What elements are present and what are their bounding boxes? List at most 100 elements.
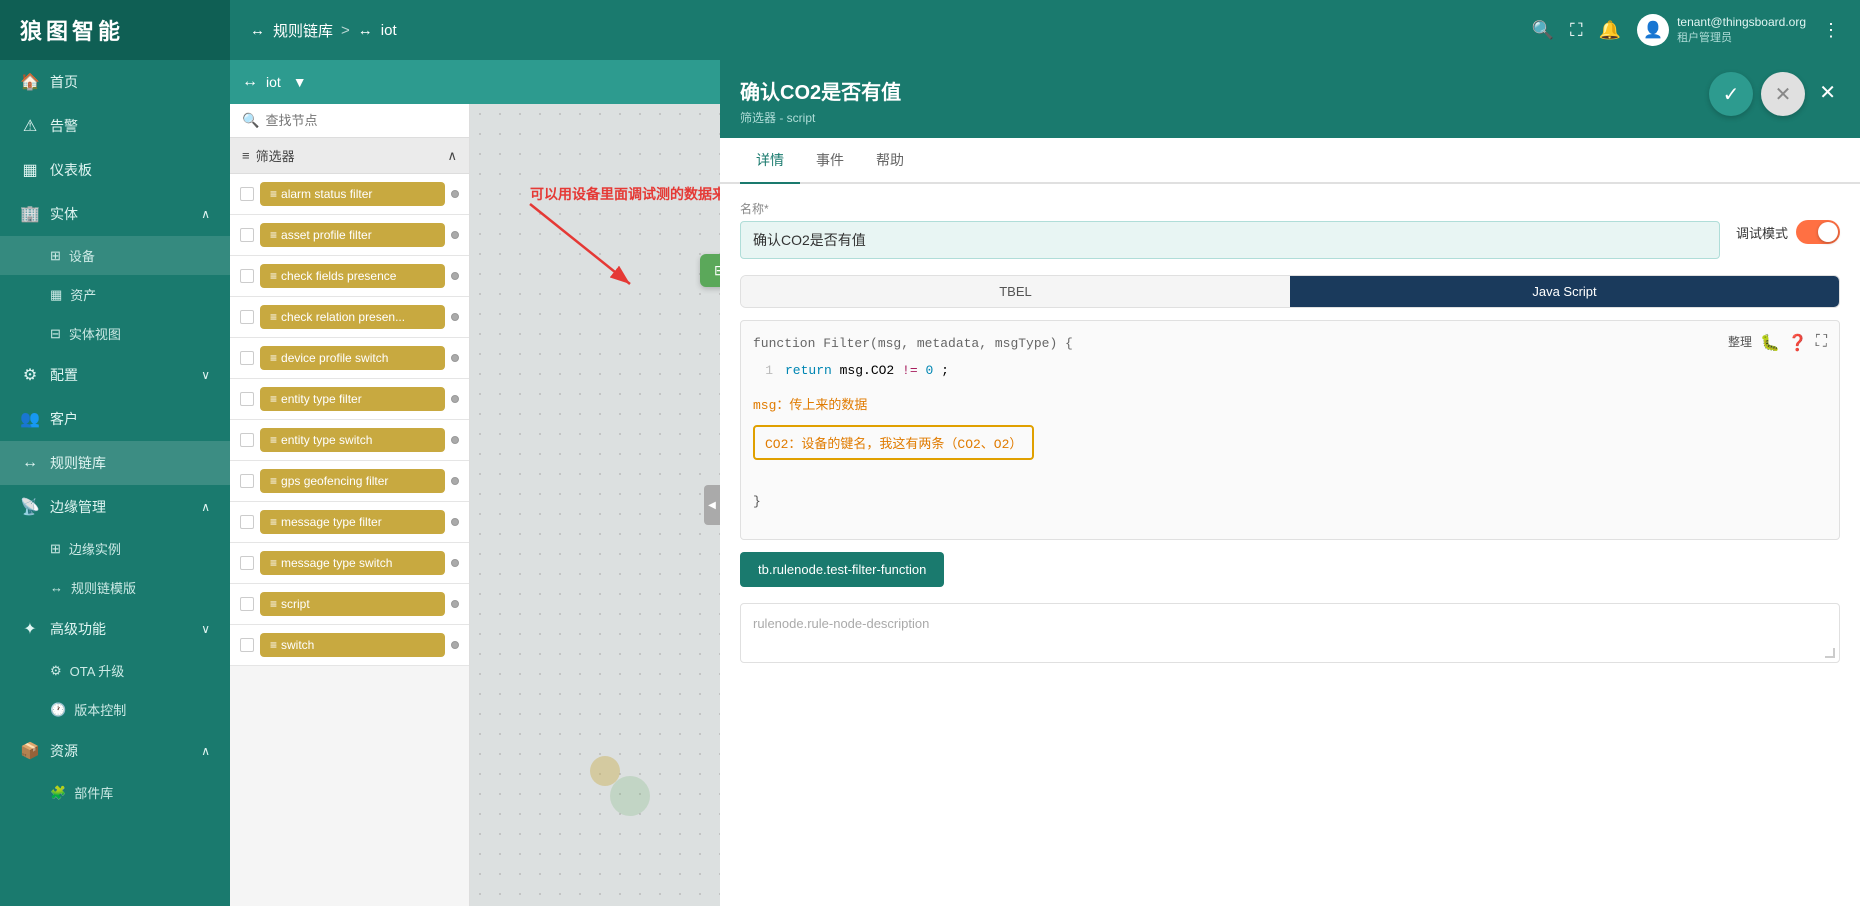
more-icon[interactable]: ⋮	[1822, 20, 1840, 41]
filter-section-toggle[interactable]: ∧	[447, 148, 457, 164]
help-icon[interactable]: ❓	[1788, 333, 1808, 353]
sidebar-item-customer[interactable]: 👥 客户	[0, 397, 230, 441]
filter-section-header[interactable]: ≡ 筛选器 ∧	[230, 138, 469, 174]
list-item[interactable]: ≡ gps geofencing filter	[230, 461, 469, 502]
tab-help[interactable]: 帮助	[860, 138, 920, 184]
list-item[interactable]: ≡ asset profile filter	[230, 215, 469, 256]
sidebar-item-entity[interactable]: 🏢 实体 ∧	[0, 192, 230, 236]
collapse-btn[interactable]: ◀	[704, 485, 720, 525]
list-item[interactable]: ≡ device profile switch	[230, 338, 469, 379]
item-check-7[interactable]	[240, 474, 254, 488]
script-tab-tbel[interactable]: TBEL	[741, 276, 1290, 307]
item-name-1: ≡ asset profile filter	[260, 223, 445, 247]
sidebar-item-rulechain[interactable]: ↔ 规则链库	[0, 441, 230, 485]
item-check-5[interactable]	[240, 392, 254, 406]
list-item[interactable]: ≡ script	[230, 584, 469, 625]
list-item[interactable]: ≡ entity type switch	[230, 420, 469, 461]
breadcrumb-link-icon: ↔	[250, 22, 265, 39]
fullscreen-icon[interactable]: ⛶	[1570, 20, 1583, 41]
op-neq: !=	[902, 363, 918, 378]
sidebar-item-resources[interactable]: 📦 资源 ∧	[0, 729, 230, 773]
description-area[interactable]: rulenode.rule-node-description	[740, 603, 1840, 663]
sidebar-item-config[interactable]: ⚙ 配置 ∨	[0, 353, 230, 397]
code-close-brace: }	[753, 494, 1827, 509]
input-node[interactable]: ⊟ Input	[700, 254, 720, 287]
sidebar-item-dashboard[interactable]: ▦ 仪表板	[0, 148, 230, 192]
user-info[interactable]: 👤 tenant@thingsboard.org 租户管理员	[1637, 14, 1806, 46]
detail-close-button[interactable]: ✕	[1815, 76, 1840, 109]
cancel-button[interactable]: ✕	[1761, 72, 1805, 116]
item-check-0[interactable]	[240, 187, 254, 201]
expand-icon[interactable]: ⛶	[1816, 333, 1827, 353]
breadcrumb-iot[interactable]: iot	[381, 22, 397, 39]
item-name-4: ≡ device profile switch	[260, 346, 445, 370]
item-connector-3	[451, 313, 459, 321]
format-btn[interactable]: 整理	[1728, 333, 1752, 353]
sidebar-label-resources: 资源	[50, 741, 78, 761]
sidebar-item-alert[interactable]: ⚠ 告警	[0, 104, 230, 148]
sidebar-item-home[interactable]: 🏠 首页	[0, 60, 230, 104]
item-check-6[interactable]	[240, 433, 254, 447]
item-name-6: ≡ entity type switch	[260, 428, 445, 452]
tab-events[interactable]: 事件	[800, 138, 860, 184]
breadcrumb-rulechain[interactable]: 规则链库	[273, 20, 333, 41]
sidebar-subitem-ota[interactable]: ⚙ OTA 升级	[0, 651, 230, 690]
list-item[interactable]: ≡ alarm status filter	[230, 174, 469, 215]
notification-icon[interactable]: 🔔	[1599, 20, 1621, 41]
item-icon-8: ≡	[270, 515, 277, 529]
debug-toggle[interactable]	[1796, 220, 1840, 244]
search-icon[interactable]: 🔍	[1532, 20, 1554, 41]
debug-icon[interactable]: 🐛	[1760, 333, 1780, 353]
dropdown-arrow[interactable]: ▼	[293, 74, 307, 90]
sidebar-item-advanced[interactable]: ✦ 高级功能 ∨	[0, 607, 230, 651]
breadcrumb: ↔ 规则链库 > ↔ iot	[250, 20, 397, 41]
filter-section-label: ≡ 筛选器	[242, 146, 295, 165]
rule-chain-canvas[interactable]: ⊟ Input 可以用设备里面调试测的数据来制键名	[470, 104, 720, 906]
code-editor[interactable]: function Filter(msg, metadata, msgType) …	[740, 320, 1840, 540]
confirm-button[interactable]: ✓	[1709, 72, 1753, 116]
list-item[interactable]: ≡ message type switch	[230, 543, 469, 584]
item-check-2[interactable]	[240, 269, 254, 283]
item-check-4[interactable]	[240, 351, 254, 365]
sidebar-item-edge[interactable]: 📡 边缘管理 ∧	[0, 485, 230, 529]
detail-tabs: 详情 事件 帮助	[720, 138, 1860, 184]
sidebar-subitem-asset[interactable]: ▦ 资产	[0, 275, 230, 314]
search-filter-input[interactable]	[265, 113, 457, 128]
resources-expand-icon: ∧	[201, 744, 210, 758]
device-icon: ⊞	[50, 248, 61, 264]
name-input[interactable]	[740, 221, 1720, 259]
test-filter-button[interactable]: tb.rulenode.test-filter-function	[740, 552, 944, 587]
sidebar-subitem-version[interactable]: 🕐 版本控制	[0, 690, 230, 729]
breadcrumb-iot-icon: ↔	[358, 22, 373, 39]
header-icons: 🔍 ⛶ 🔔 👤 tenant@thingsboard.org 租户管理员 ⋮	[1532, 14, 1840, 46]
item-name-3: ≡ check relation presen...	[260, 305, 445, 329]
script-tab-javascript[interactable]: Java Script	[1290, 276, 1839, 307]
item-check-9[interactable]	[240, 556, 254, 570]
comment-section: msg：传上来的数据 CO2：设备的键名，我这有两条（CO2、O2）	[753, 394, 1827, 464]
item-check-10[interactable]	[240, 597, 254, 611]
list-item[interactable]: ≡ switch	[230, 625, 469, 666]
item-check-3[interactable]	[240, 310, 254, 324]
alert-icon: ⚠	[20, 116, 40, 136]
list-item[interactable]: ≡ check fields presence	[230, 256, 469, 297]
resize-handle[interactable]	[1825, 648, 1835, 658]
line-num-1: 1	[753, 361, 773, 382]
sidebar-subitem-ruletemplate[interactable]: ↔ 规则链模版	[0, 568, 230, 607]
code-content-1: return msg.CO2 != 0 ;	[785, 361, 949, 382]
item-check-11[interactable]	[240, 638, 254, 652]
item-icon-11: ≡	[270, 638, 277, 652]
list-item[interactable]: ≡ entity type filter	[230, 379, 469, 420]
sidebar-subitem-edgeinstance[interactable]: ⊞ 边缘实例	[0, 529, 230, 568]
list-item[interactable]: ≡ check relation presen...	[230, 297, 469, 338]
item-icon-10: ≡	[270, 597, 277, 611]
list-item[interactable]: ≡ message type filter	[230, 502, 469, 543]
sidebar-subitem-entityview[interactable]: ⊟ 实体视图	[0, 314, 230, 353]
sidebar-subitem-widgets[interactable]: 🧩 部件库	[0, 773, 230, 812]
sidebar-subitem-device[interactable]: ⊞ 设备	[0, 236, 230, 275]
item-check-1[interactable]	[240, 228, 254, 242]
item-check-8[interactable]	[240, 515, 254, 529]
detail-action-buttons: ✓ ✕	[1709, 72, 1805, 116]
sidebar-nav: 🏠 首页 ⚠ 告警 ▦ 仪表板 🏢 实体 ∧ ⊞ 设备 ▦ 资产 ⊟ 实体视图	[0, 60, 230, 906]
tab-details[interactable]: 详情	[740, 138, 800, 184]
sidebar-label-entityview: 实体视图	[69, 324, 121, 343]
